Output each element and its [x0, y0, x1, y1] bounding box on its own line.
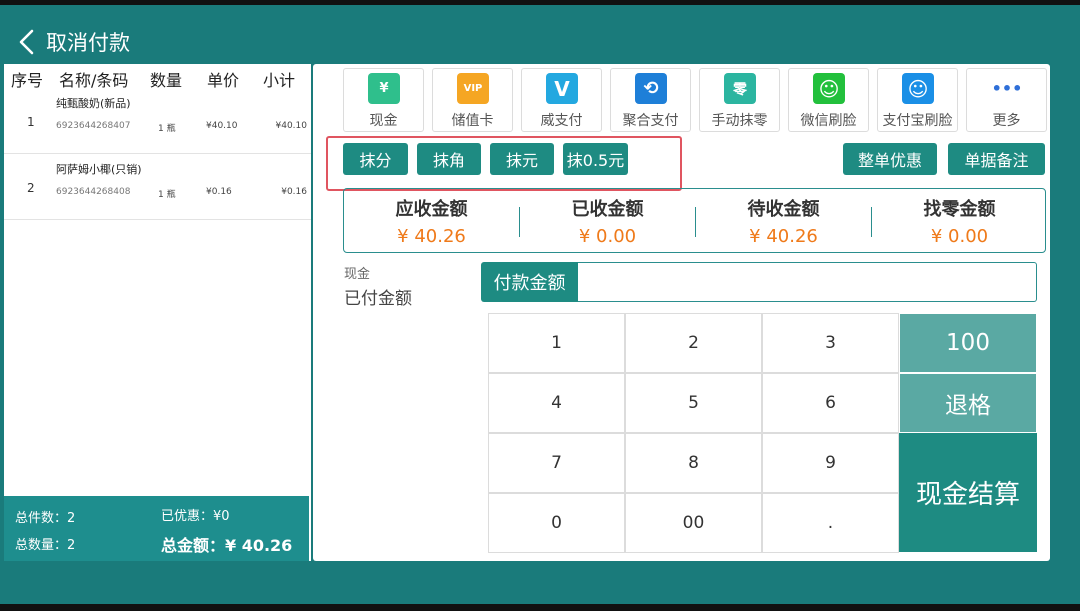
table-row[interactable]: 1 纯甄酸奶(新品) 6923644268407 1 瓶 ¥40.10 ¥40.… [4, 88, 311, 154]
round-off-half-yuan-button[interactable]: 抹0.5元 [563, 143, 628, 175]
alipay-face-icon: ☺ [902, 73, 934, 104]
amount-pending: 待收金额 ¥ 40.26 [696, 189, 871, 252]
total-items: 总件数：2 [15, 511, 76, 526]
key-7[interactable]: 7 [488, 433, 625, 493]
pay-method-wechat-face[interactable]: ☺ 微信刷脸 [788, 68, 869, 132]
pay-method-label: 聚合支付 [622, 113, 679, 129]
amount-due: 应收金额 ¥ 40.26 [344, 189, 519, 252]
key-5[interactable]: 5 [625, 373, 762, 433]
amount-pending-value: ¥ 40.26 [749, 226, 818, 247]
total-quantity: 总数量：2 [15, 538, 76, 553]
order-list-panel: 序号 名称/条码 数量 单价 小计 1 纯甄酸奶(新品) 69236442684… [4, 64, 311, 561]
aggregate-pay-icon: ⟲ [635, 73, 667, 104]
row-qty: 1 瓶 [158, 190, 176, 200]
key-6[interactable]: 6 [762, 373, 899, 433]
bottom-frame [0, 604, 1080, 611]
pay-method-aggregate[interactable]: ⟲ 聚合支付 [610, 68, 691, 132]
back-label: 取消付款 [46, 31, 130, 55]
pay-method-stored-card[interactable]: VIP 储值卡 [432, 68, 513, 132]
order-table-header: 序号 名称/条码 数量 单价 小计 [4, 64, 311, 91]
amount-summary: 应收金额 ¥ 40.26 已收金额 ¥ 0.00 待收金额 ¥ 40.26 找零… [343, 188, 1046, 253]
vip-card-icon: VIP [457, 73, 489, 104]
pay-method-label: 支付宝刷脸 [882, 113, 953, 129]
row-price: ¥0.16 [206, 187, 232, 197]
manual-zero-icon: 零 [724, 73, 756, 104]
wei-pay-icon: V [546, 73, 578, 104]
cash-icon: ¥ [368, 73, 400, 104]
table-row[interactable]: 2 阿萨姆小椰(只销) 6923644268408 1 瓶 ¥0.16 ¥0.1… [4, 154, 311, 220]
row-price: ¥40.10 [206, 121, 238, 131]
round-off-yuan-button[interactable]: 抹元 [490, 143, 554, 175]
order-note-button[interactable]: 单据备注 [948, 143, 1045, 175]
order-discount-button[interactable]: 整单优惠 [843, 143, 937, 175]
more-icon: ••• [991, 79, 1023, 98]
key-2[interactable]: 2 [625, 313, 762, 373]
pay-method-label: 威支付 [540, 113, 583, 129]
key-00[interactable]: 00 [625, 493, 762, 553]
backspace-button[interactable]: 退格 [899, 373, 1037, 433]
round-off-jiao-button[interactable]: 抹角 [417, 143, 481, 175]
row-seq: 1 [27, 115, 35, 129]
pay-method-wei-pay[interactable]: V 威支付 [521, 68, 602, 132]
back-button[interactable]: 取消付款 [18, 26, 130, 58]
row-barcode: 6923644268407 [56, 121, 131, 131]
amount-due-value: ¥ 40.26 [397, 226, 466, 247]
amount-received-value: ¥ 0.00 [578, 226, 637, 247]
wechat-face-icon: ☺ [813, 73, 845, 104]
total-amount: 总金额：¥ 40.26 [161, 536, 293, 555]
key-100[interactable]: 100 [899, 313, 1037, 373]
amount-pending-label: 待收金额 [747, 199, 820, 220]
discount-amount: 已优惠：¥0 [161, 509, 230, 524]
pay-method-alipay-face[interactable]: ☺ 支付宝刷脸 [877, 68, 958, 132]
key-decimal[interactable]: . [762, 493, 899, 553]
key-1[interactable]: 1 [488, 313, 625, 373]
amount-received-label: 已收金额 [571, 199, 644, 220]
pay-method-more[interactable]: ••• 更多 [966, 68, 1047, 132]
payment-panel: ¥ 现金 VIP 储值卡 V 威支付 ⟲ 聚合支付 零 手动抹零 ☺ 微信刷脸 … [313, 64, 1050, 561]
row-subtotal: ¥0.16 [281, 187, 307, 197]
top-frame [0, 0, 1080, 5]
row-name: 阿萨姆小椰(只销) [56, 163, 142, 176]
payment-screen: 取消付款 序号 名称/条码 数量 单价 小计 1 纯甄酸奶(新品) 692364… [0, 0, 1080, 611]
row-barcode: 6923644268408 [56, 187, 131, 197]
key-8[interactable]: 8 [625, 433, 762, 493]
payment-amount-label: 付款金额 [481, 262, 578, 302]
key-3[interactable]: 3 [762, 313, 899, 373]
key-0[interactable]: 0 [488, 493, 625, 553]
payment-method-label: 现金 [344, 267, 371, 282]
row-name: 纯甄酸奶(新品) [56, 97, 131, 110]
pay-method-label: 现金 [369, 113, 398, 129]
amount-change-value: ¥ 0.00 [930, 226, 989, 247]
row-qty: 1 瓶 [158, 124, 176, 134]
round-off-fen-button[interactable]: 抹分 [343, 143, 408, 175]
key-4[interactable]: 4 [488, 373, 625, 433]
payment-amount-input[interactable] [578, 262, 1037, 302]
pay-method-label: 手动抹零 [711, 113, 768, 129]
pay-method-label: 更多 [992, 113, 1021, 129]
pay-method-label: 微信刷脸 [800, 113, 857, 129]
cash-settle-button[interactable]: 现金结算 [899, 433, 1037, 552]
amount-change-label: 找零金额 [923, 199, 996, 220]
pay-method-manual-zero[interactable]: 零 手动抹零 [699, 68, 780, 132]
pay-method-cash[interactable]: ¥ 现金 [343, 68, 424, 132]
amount-due-label: 应收金额 [395, 199, 468, 220]
pay-method-label: 储值卡 [451, 113, 494, 129]
key-9[interactable]: 9 [762, 433, 899, 493]
amount-change: 找零金额 ¥ 0.00 [872, 189, 1047, 252]
chevron-left-icon [18, 28, 42, 56]
row-seq: 2 [27, 181, 35, 195]
order-summary: 总件数：2 已优惠：¥0 总数量：2 总金额：¥ 40.26 [4, 496, 309, 561]
row-subtotal: ¥40.10 [275, 121, 308, 131]
paid-amount-label: 已付金额 [344, 289, 412, 309]
amount-received: 已收金额 ¥ 0.00 [520, 189, 695, 252]
